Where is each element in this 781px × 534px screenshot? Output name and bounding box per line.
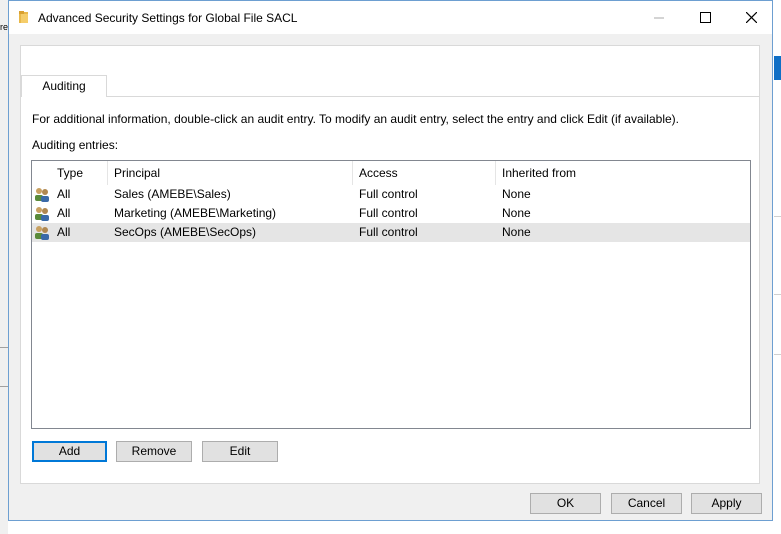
advanced-security-dialog: Advanced Security Settings for Global Fi… <box>8 0 773 521</box>
maximize-icon <box>699 12 711 23</box>
title-bar[interactable]: Advanced Security Settings for Global Fi… <box>9 1 772 34</box>
window-title: Advanced Security Settings for Global Fi… <box>38 11 298 25</box>
cell-principal: SecOps (AMEBE\SecOps) <box>114 225 257 239</box>
column-header-type[interactable]: Type <box>51 161 108 185</box>
background-text-fragment: re <box>0 22 9 32</box>
background-divider <box>0 347 8 348</box>
cell-type: All <box>57 225 71 239</box>
info-text: For additional information, double-click… <box>32 112 679 126</box>
cell-inherited-from: None <box>502 206 531 220</box>
content-panel: Auditing For additional information, dou… <box>20 45 760 484</box>
background-app-right <box>774 0 781 534</box>
cell-access: Full control <box>359 206 418 220</box>
background-divider <box>0 386 8 387</box>
cell-access: Full control <box>359 225 418 239</box>
auditing-entries-list[interactable]: Type Principal Access Inherited from All… <box>31 160 751 429</box>
folder-icon <box>19 11 28 23</box>
column-header-principal[interactable]: Principal <box>108 161 353 185</box>
column-header-access[interactable]: Access <box>353 161 496 185</box>
user-group-icon <box>35 226 49 240</box>
background-accent-bar <box>774 56 781 80</box>
cell-type: All <box>57 206 71 220</box>
cell-type: All <box>57 187 71 201</box>
apply-button[interactable]: Apply <box>691 493 762 514</box>
user-group-icon <box>35 188 49 202</box>
cell-inherited-from: None <box>502 187 531 201</box>
background-divider <box>774 294 781 295</box>
add-button[interactable]: Add <box>32 441 107 462</box>
table-row[interactable]: All SecOps (AMEBE\SecOps) Full control None <box>32 223 750 242</box>
cell-principal: Marketing (AMEBE\Marketing) <box>114 206 277 220</box>
table-row[interactable]: All Sales (AMEBE\Sales) Full control None <box>32 185 750 204</box>
background-divider <box>774 216 781 217</box>
minimize-button[interactable] <box>636 1 682 34</box>
table-row[interactable]: All Marketing (AMEBE\Marketing) Full contr… <box>32 204 750 223</box>
ok-button[interactable]: OK <box>530 493 601 514</box>
tab-divider <box>106 96 760 97</box>
close-button[interactable] <box>728 1 774 34</box>
tab-auditing[interactable]: Auditing <box>21 75 107 97</box>
cell-access: Full control <box>359 187 418 201</box>
cell-principal: Sales (AMEBE\Sales) <box>114 187 231 201</box>
minimize-icon <box>654 17 664 18</box>
column-header-inherited-from[interactable]: Inherited from <box>496 161 646 185</box>
remove-button[interactable]: Remove <box>116 441 192 462</box>
cell-inherited-from: None <box>502 225 531 239</box>
cancel-button[interactable]: Cancel <box>611 493 682 514</box>
list-header: Type Principal Access Inherited from <box>32 161 750 185</box>
edit-button[interactable]: Edit <box>202 441 278 462</box>
background-divider <box>774 354 781 355</box>
user-group-icon <box>35 207 49 221</box>
auditing-entries-label: Auditing entries: <box>32 138 119 152</box>
close-icon <box>745 12 757 23</box>
maximize-button[interactable] <box>682 1 728 34</box>
background-app-left: re <box>0 0 8 534</box>
